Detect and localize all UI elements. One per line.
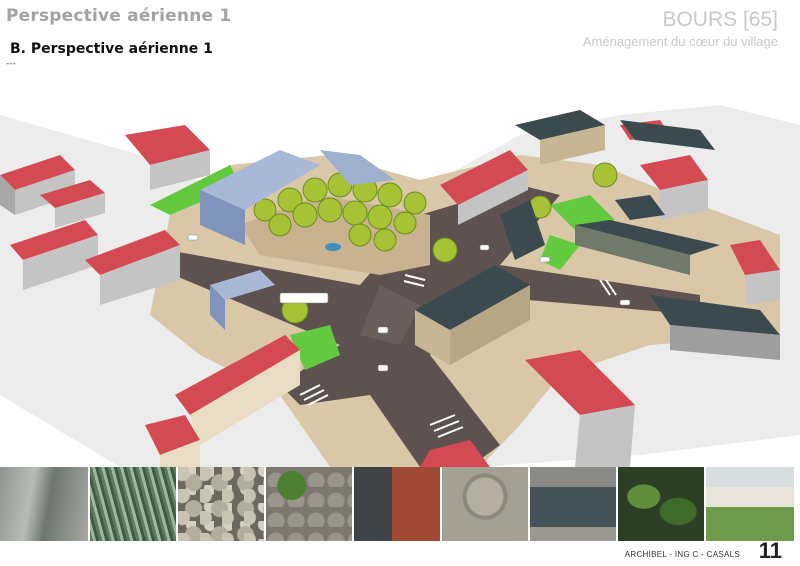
photo-brick-door [354, 467, 440, 541]
brand-block: BOURS [65] Aménagement du cœur du villag… [583, 8, 778, 49]
material-photo-strip [0, 467, 800, 541]
photo-water-grass [90, 467, 176, 541]
photo-leaves [618, 467, 704, 541]
photo-stone-arch [442, 467, 528, 541]
brand-place: BOURS [65] [662, 8, 778, 31]
page-number: 11 [758, 538, 782, 563]
photo-canal [0, 467, 88, 541]
footer-credit: ARCHIBEL - ING C - CASALS [624, 550, 740, 559]
section-title: B. Perspective aérienne 1 [10, 41, 213, 57]
aerial-perspective-image [0, 95, 800, 467]
header-title: Perspective aérienne 1 [6, 6, 232, 26]
photo-garden-house [706, 467, 794, 541]
brand-subtitle: Aménagement du cœur du village [582, 34, 778, 49]
photo-stone-wall-ivy [266, 467, 352, 541]
section-dashes: --- [6, 59, 16, 69]
photo-window [530, 467, 616, 541]
photo-cobblestones [178, 467, 264, 541]
